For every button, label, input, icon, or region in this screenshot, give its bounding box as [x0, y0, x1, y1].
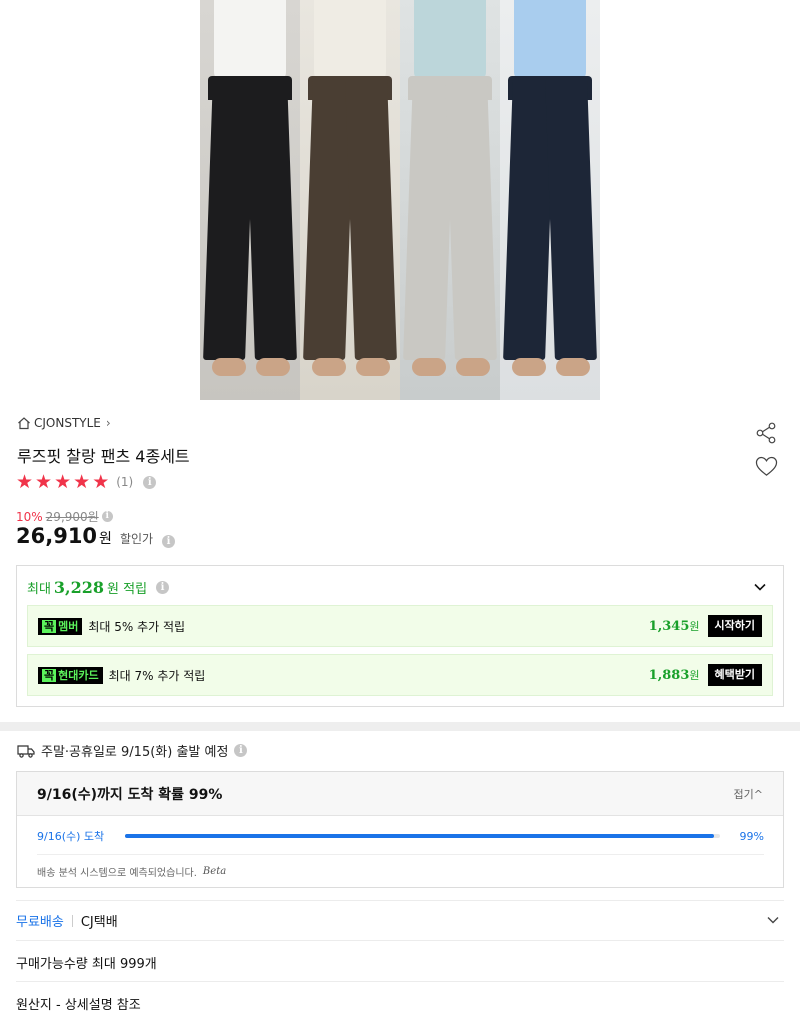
truck-icon — [17, 744, 35, 758]
star-icon: ★ — [16, 471, 34, 493]
arrival-title: 9/16(수)까지 도착 확률 99% — [37, 786, 223, 803]
star-icon: ★ — [92, 471, 110, 493]
brand-link[interactable]: CJONSTYLE › — [17, 416, 111, 430]
badge-prefix: 꼭 — [42, 668, 57, 682]
amount-value: 1,883 — [648, 668, 690, 683]
discount-info: 10% 29,900원 i — [16, 508, 113, 525]
product-title: 루즈핏 찰랑 팬츠 4종세트 — [17, 447, 190, 466]
points-suffix: 원 적립 — [107, 582, 148, 597]
review-count: (1) — [116, 475, 134, 489]
price-value: 26,910 — [16, 524, 98, 548]
info-icon[interactable]: i — [156, 581, 170, 594]
points-prefix: 최대 — [27, 582, 51, 597]
share-icon[interactable] — [755, 422, 777, 444]
divider — [37, 854, 764, 855]
points-row-desc: 최대 7% 추가 적립 — [108, 668, 206, 683]
amount-unit: 원 — [689, 620, 700, 633]
divider — [16, 900, 784, 901]
free-shipping-label: 무료배송 — [16, 915, 64, 930]
image-panel — [500, 0, 600, 400]
badge-label: 현대카드 — [58, 668, 99, 682]
original-price: 29,900원 — [45, 510, 99, 524]
get-benefit-button[interactable]: 혜택받기 — [707, 664, 762, 686]
info-icon[interactable]: i — [234, 744, 248, 757]
footnote-text: 배송 분석 시스템으로 예측되었습니다. — [37, 868, 197, 879]
arrival-date: 9/16(수) 도착 — [37, 830, 105, 843]
discount-percent: 10% — [16, 509, 43, 524]
chevron-down-icon[interactable] — [766, 913, 780, 927]
points-row-amount: 1,345원 — [649, 618, 700, 634]
points-row-amount: 1,883원 — [649, 667, 700, 683]
sale-price: 26,910 원 할인가 i — [16, 524, 176, 548]
points-row-member: 꼭 멤버 최대 5% 추가 적립 1,345원 시작하기 — [27, 605, 773, 647]
badge-label: 멤버 — [58, 619, 79, 633]
chevron-down-icon[interactable] — [753, 580, 767, 594]
start-button[interactable]: 시작하기 — [707, 615, 762, 637]
brand-name: CJONSTYLE — [34, 416, 101, 430]
image-panel — [400, 0, 500, 400]
purchase-limit: 구매가능수량 최대 999개 — [16, 957, 157, 972]
amount-value: 1,345 — [648, 619, 690, 634]
shipping-notice: 주말·공휴일로 9/15(화) 출발 예정 i — [17, 741, 248, 760]
image-panel — [200, 0, 300, 400]
arrival-estimate-panel: 9/16(수)까지 도착 확률 99% 접기^ 9/16(수) 도착 99% 배… — [16, 771, 784, 888]
card-badge: 꼭 현대카드 — [38, 666, 103, 684]
divider — [16, 940, 784, 941]
wishlist-heart-icon[interactable] — [755, 456, 778, 477]
badge-prefix: 꼭 — [42, 619, 57, 633]
chevron-right-icon: › — [105, 416, 111, 430]
points-panel: 최대 3,228 원 적립 i 꼭 멤버 최대 5% 추가 적립 1,345원 … — [16, 565, 784, 707]
member-badge: 꼭 멤버 — [38, 617, 83, 635]
probability-bar — [125, 834, 720, 838]
points-summary: 최대 3,228 원 적립 i — [27, 578, 170, 597]
amount-unit: 원 — [689, 669, 700, 682]
probability-label: 99% — [739, 829, 764, 843]
info-icon[interactable]: i — [143, 475, 157, 489]
info-icon[interactable]: i — [162, 535, 176, 548]
store-icon — [18, 417, 30, 430]
star-icon: ★ — [54, 471, 72, 493]
beta-label: Beta — [202, 866, 227, 877]
price-label: 할인가 — [119, 532, 154, 546]
points-row-desc: 최대 5% 추가 적립 — [88, 619, 186, 634]
separator — [71, 914, 73, 927]
shipping-fee-row[interactable]: 무료배송 CJ택배 — [16, 911, 118, 930]
divider — [16, 981, 784, 982]
info-icon[interactable]: i — [101, 511, 113, 522]
shipping-notice-text: 주말·공휴일로 9/15(화) 출발 예정 — [41, 745, 229, 760]
image-panel — [300, 0, 400, 400]
points-row-card: 꼭 현대카드 최대 7% 추가 적립 1,883원 혜택받기 — [27, 654, 773, 696]
arrival-probability-row: 9/16(수) 도착 99% — [37, 828, 764, 844]
price-unit: 원 — [99, 531, 112, 547]
origin-info: 원산지 - 상세설명 참조 — [16, 998, 141, 1013]
carrier-label: CJ택배 — [80, 915, 118, 930]
section-divider — [0, 722, 800, 731]
star-icon: ★ — [73, 471, 91, 493]
fold-button[interactable]: 접기^ — [734, 786, 763, 802]
arrival-header[interactable]: 9/16(수)까지 도착 확률 99% 접기^ — [17, 772, 783, 816]
points-amount: 3,228 — [53, 578, 105, 597]
rating[interactable]: ★ ★ ★ ★ ★ (1) i — [16, 471, 157, 493]
arrival-footnote: 배송 분석 시스템으로 예측되었습니다. Beta — [37, 864, 226, 879]
star-icon: ★ — [35, 471, 53, 493]
product-image[interactable] — [200, 0, 600, 400]
probability-bar-fill — [125, 834, 715, 838]
